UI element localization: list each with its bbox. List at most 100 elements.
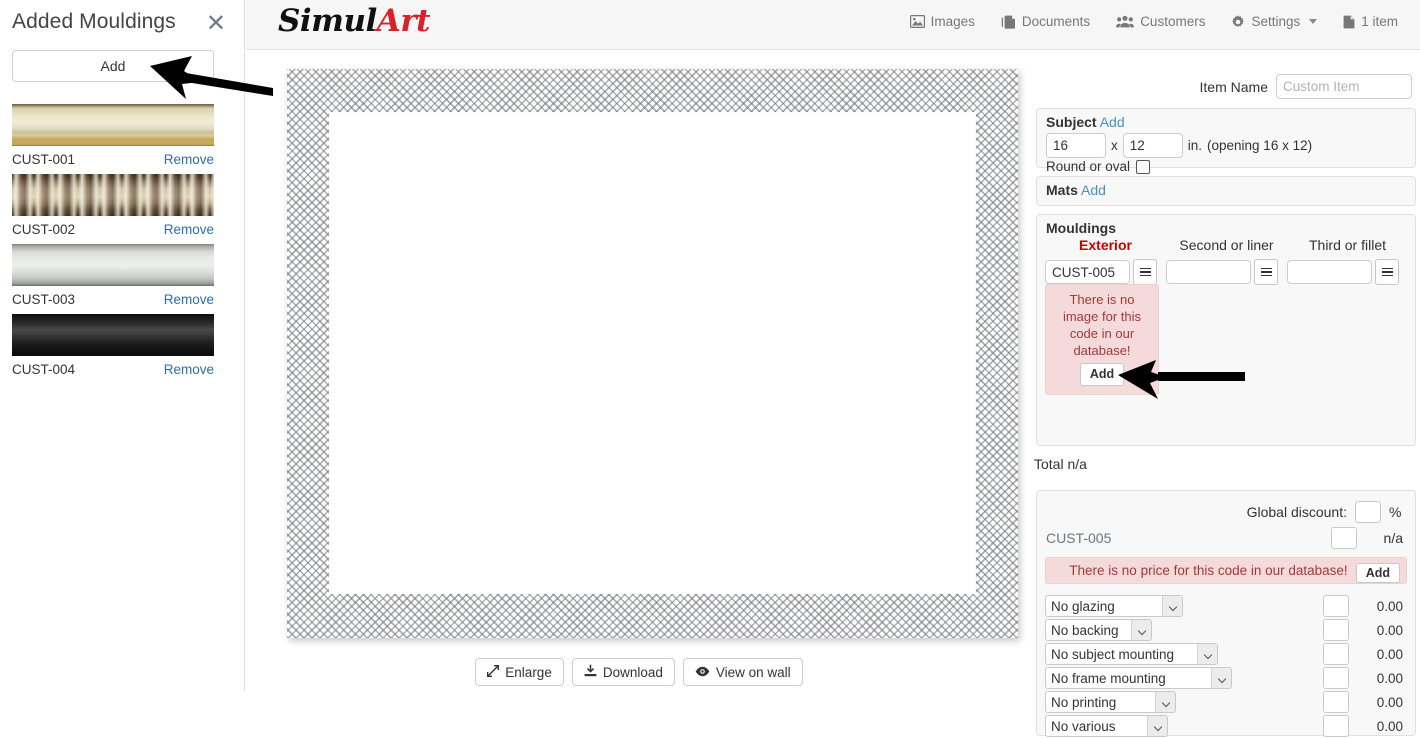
global-discount-input[interactable] [1355,501,1381,523]
brand-text-accent: Art [376,3,431,39]
glazing-select-wrapper[interactable]: No glazing [1045,595,1183,617]
nav-item-images[interactable]: Images [909,14,975,29]
subject-height-input[interactable] [1122,133,1183,158]
exterior-moulding-input[interactable] [1045,260,1130,284]
third-moulding-input[interactable] [1287,260,1372,284]
list-item[interactable]: CUST-002 Remove [12,174,214,242]
frame-mounting-select-wrapper[interactable]: No frame mounting [1045,667,1232,689]
moulding-price-code: CUST-005 [1046,530,1112,546]
various-select-wrapper[interactable]: No various [1045,715,1168,737]
tool-label: Enlarge [505,664,552,680]
third-moulding-browse-button[interactable] [1375,259,1399,285]
moulding-discount-input[interactable] [1331,527,1357,549]
no-image-add-button[interactable]: Add [1079,363,1125,386]
nav-item-documents[interactable]: Documents [1001,14,1090,29]
download-icon [584,664,597,680]
subject-width-input[interactable] [1046,133,1106,158]
no-image-alert: There is no image for this code in our d… [1045,284,1159,395]
round-or-oval-checkbox[interactable] [1136,159,1151,174]
frame-mounting-amount: 0.00 [1376,670,1403,686]
sidebar-title: Added Mouldings [12,10,176,33]
nav-item-label: Customers [1140,14,1206,29]
printing-select-wrapper[interactable]: No printing [1045,691,1176,713]
list-item[interactable]: CUST-001 Remove [12,104,214,172]
moulding-swatch-image[interactable] [12,104,214,146]
various-select[interactable]: No various [1045,715,1168,737]
backing-select[interactable]: No backing [1045,619,1152,641]
subject-mounting-select[interactable]: No subject mounting [1045,643,1218,665]
remove-moulding-link[interactable]: Remove [164,362,214,377]
moulding-code: CUST-002 [12,221,76,237]
backing-amount: 0.00 [1376,622,1403,638]
frame-preview-area: Enlarge Download View on wall [246,50,1032,691]
global-discount-label: Global discount: [1246,504,1347,520]
brand-logo[interactable]: SimulArt [278,3,431,39]
sidebar-header: Added Mouldings ✕ [0,0,244,46]
close-icon[interactable]: ✕ [206,11,226,35]
file-icon [1343,15,1355,29]
option-row-various: No various 0.00 [1045,714,1403,738]
chevron-down-icon [1309,19,1318,24]
no-price-add-button[interactable]: Add [1355,562,1400,583]
moulding-swatch-meta: CUST-002 Remove [12,216,214,242]
frame-preview[interactable] [287,69,1018,638]
moulding-column-control [1166,259,1287,285]
mats-header: Mats Add [1046,182,1106,198]
moulding-column-exterior: Exterior [1045,237,1166,285]
item-name-input[interactable] [1276,74,1412,99]
nav-item-settings[interactable]: Settings [1231,14,1318,29]
round-or-oval-label: Round or oval [1046,159,1131,174]
dimension-unit: in. [1187,138,1203,153]
remove-moulding-link[interactable]: Remove [164,292,214,307]
nav-item-customers[interactable]: Customers [1116,14,1205,29]
backing-select-wrapper[interactable]: No backing [1045,619,1152,641]
list-item[interactable]: CUST-004 Remove [12,314,214,382]
remove-moulding-link[interactable]: Remove [164,152,214,167]
moulding-swatch-image[interactable] [12,244,214,286]
subject-add-link[interactable]: Add [1100,114,1125,130]
gear-icon [1231,14,1245,29]
global-discount-row: Global discount: % [1247,501,1403,523]
remove-moulding-link[interactable]: Remove [164,222,214,237]
exterior-moulding-browse-button[interactable] [1133,259,1157,285]
moulding-swatch-meta: CUST-001 Remove [12,146,214,172]
printing-qty-input[interactable] [1323,691,1349,713]
list-item[interactable]: CUST-003 Remove [12,244,214,312]
option-row-backing: No backing 0.00 [1045,618,1403,642]
second-moulding-input[interactable] [1166,260,1251,284]
various-qty-input[interactable] [1323,715,1349,737]
second-moulding-browse-button[interactable] [1254,259,1278,285]
no-price-alert: There is no price for this code in our d… [1045,557,1407,584]
glazing-amount: 0.00 [1376,598,1403,614]
moulding-swatch-meta: CUST-004 Remove [12,356,214,382]
frame-subject-area [329,112,976,594]
enlarge-button[interactable]: Enlarge [475,658,564,686]
nav-item-cart[interactable]: 1 item [1343,14,1398,29]
view-on-wall-button[interactable]: View on wall [682,658,803,686]
printing-select[interactable]: No printing [1045,691,1176,713]
tool-label: Download [602,664,663,680]
item-configuration-panel: Item Name Subject Add x in. (opening 16 … [1032,50,1420,737]
nav-item-label: Settings [1251,14,1301,29]
frame-mounting-select[interactable]: No frame mounting [1045,667,1232,689]
mats-add-link[interactable]: Add [1081,182,1106,198]
glazing-select[interactable]: No glazing [1045,595,1183,617]
round-or-oval-row: Round or oval [1046,159,1151,174]
menu-icon [1139,266,1151,279]
moulding-swatch-image[interactable] [12,314,214,356]
sidebar-add-button[interactable]: Add [12,50,214,82]
subject-mounting-select-wrapper[interactable]: No subject mounting [1045,643,1218,665]
moulding-swatch-image[interactable] [12,174,214,216]
various-amount: 0.00 [1376,718,1403,734]
download-button[interactable]: Download [571,658,675,686]
frame-mounting-qty-input[interactable] [1323,667,1349,689]
percent-symbol: % [1389,504,1402,520]
nav-item-label: Documents [1021,14,1091,29]
documents-icon [1001,15,1016,29]
moulding-price-row: CUST-005 n/a [1046,527,1403,549]
backing-qty-input[interactable] [1323,619,1349,641]
subject-mounting-amount: 0.00 [1376,646,1403,662]
moulding-column-control [1045,259,1166,285]
subject-mounting-qty-input[interactable] [1323,643,1349,665]
glazing-qty-input[interactable] [1323,595,1349,617]
